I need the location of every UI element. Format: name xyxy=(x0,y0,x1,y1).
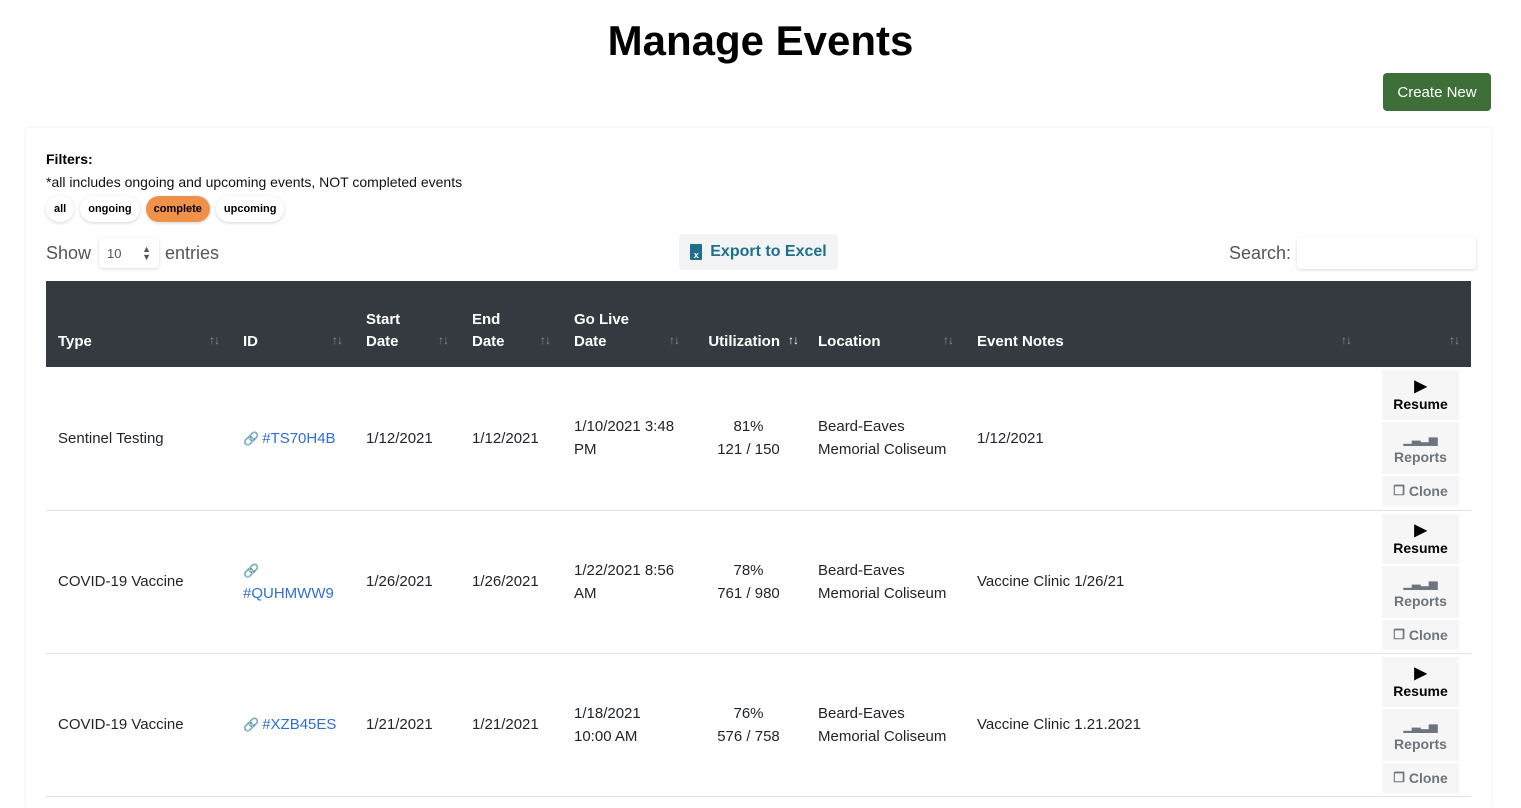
cell-actions: ▶ Resume ▁▃▂▅ Reports ❐ Clone xyxy=(1363,367,1471,511)
sort-icon: ↑↓ xyxy=(332,333,343,347)
clone-button[interactable]: ❐ Clone xyxy=(1382,619,1459,650)
link-icon: 🔗 xyxy=(243,562,260,578)
cell-go-live-date: 1/10/2021 3:48 PM xyxy=(562,367,691,511)
show-label: Show xyxy=(46,242,92,263)
filter-all-button[interactable]: all xyxy=(46,196,75,222)
cell-id: 🔗 #TS70H4B xyxy=(231,367,354,511)
resume-button[interactable]: ▶ Resume xyxy=(1382,513,1459,564)
link-icon: 🔗 xyxy=(243,430,260,446)
cell-type: COVID-19 Vaccine xyxy=(46,510,231,654)
table-row: COVID-19 Vaccine 🔗 #QUHMWW9 1/26/2021 1/2… xyxy=(46,510,1471,654)
resume-button[interactable]: ▶ Resume xyxy=(1382,370,1459,421)
cell-actions: ▶ Resume ▁▃▂▅ Reports ❐ Clone xyxy=(1363,653,1471,797)
sort-icon: ↑↓ xyxy=(438,333,449,347)
sort-icon: ↑↓ xyxy=(209,333,220,347)
col-header-start-date[interactable]: Start Date ↑↓ xyxy=(354,281,460,367)
cell-end-date: 1/26/2021 xyxy=(460,510,562,654)
table-header-row: Type ↑↓ ID ↑↓ Start Date ↑↓ End Date ↑↓ Go L… xyxy=(46,281,1471,367)
reports-button[interactable]: ▁▃▂▅ Reports xyxy=(1382,708,1459,761)
cell-location: Beard-Eaves Memorial Coliseum xyxy=(806,510,965,654)
play-icon: ▶ xyxy=(1414,664,1427,682)
col-header-id[interactable]: ID ↑↓ xyxy=(231,281,354,367)
play-icon: ▶ xyxy=(1414,378,1427,396)
bar-chart-icon: ▁▃▂▅ xyxy=(1403,434,1438,447)
col-header-type[interactable]: Type ↑↓ xyxy=(46,281,231,367)
sort-icon: ↑↓ xyxy=(1341,333,1352,347)
cell-start-date: 1/21/2021 xyxy=(354,653,460,797)
cell-utilization: 81% 121 / 150 xyxy=(691,367,806,511)
cell-type: Sentinel Testing xyxy=(46,367,231,511)
col-header-go-live-date[interactable]: Go Live Date ↑↓ xyxy=(562,281,691,367)
cell-id: 🔗 #XZB45ES xyxy=(231,653,354,797)
cell-start-date: 1/12/2021 xyxy=(354,367,460,511)
clone-button[interactable]: ❐ Clone xyxy=(1382,476,1459,507)
clone-button[interactable]: ❐ Clone xyxy=(1382,762,1459,793)
col-header-actions[interactable]: ↑↓ xyxy=(1363,281,1471,367)
bar-chart-icon: ▁▃▂▅ xyxy=(1403,577,1438,590)
link-icon: 🔗 xyxy=(243,717,260,732)
col-header-end-date[interactable]: End Date ↑↓ xyxy=(460,281,562,367)
create-new-button[interactable]: Create New xyxy=(1383,73,1491,111)
filter-ongoing-button[interactable]: ongoing xyxy=(80,196,140,222)
entries-select-value: 10 xyxy=(107,245,122,261)
filters-note: *all includes ongoing and upcoming event… xyxy=(46,174,463,190)
table-row: Sentinel Testing 🔗 #TS70H4B 1/12/2021 1/1… xyxy=(46,367,1471,511)
cell-actions: ▶ Resume ▁▃▂▅ Reports ❐ Clone xyxy=(1363,510,1471,654)
sort-icon: ↑↓ xyxy=(943,333,954,347)
excel-file-icon: x xyxy=(690,244,703,260)
event-id-link[interactable]: 🔗 #QUHMWW9 xyxy=(243,562,334,602)
events-table: Type ↑↓ ID ↑↓ Start Date ↑↓ End Date ↑↓ Go L… xyxy=(46,281,1471,797)
cell-utilization: 76% 576 / 758 xyxy=(691,653,806,797)
entries-label: entries xyxy=(165,242,220,263)
copy-icon: ❐ xyxy=(1393,769,1405,785)
table-row: COVID-19 Vaccine 🔗 #XZB45ES 1/21/2021 1/2… xyxy=(46,653,1471,797)
filter-upcoming-button[interactable]: upcoming xyxy=(215,196,285,222)
cell-notes: Vaccine Clinic 1/26/21 xyxy=(965,510,1363,654)
event-id-link[interactable]: 🔗 #TS70H4B xyxy=(243,430,336,447)
search-input[interactable] xyxy=(1297,237,1477,269)
cell-utilization: 78% 761 / 980 xyxy=(691,510,806,654)
col-header-utilization[interactable]: Utilization ↑↓ xyxy=(691,281,806,367)
filter-complete-button[interactable]: complete xyxy=(145,196,210,222)
col-header-event-notes[interactable]: Event Notes ↑↓ xyxy=(965,281,1363,367)
search-control: Search: xyxy=(1229,237,1477,269)
cell-start-date: 1/26/2021 xyxy=(354,510,460,654)
cell-location: Beard-Eaves Memorial Coliseum xyxy=(806,367,965,511)
sort-icon: ↑↓ xyxy=(540,333,551,347)
reports-button[interactable]: ▁▃▂▅ Reports xyxy=(1382,565,1459,618)
play-icon: ▶ xyxy=(1414,521,1427,539)
cell-notes: Vaccine Clinic 1.21.2021 xyxy=(965,653,1363,797)
cell-go-live-date: 1/18/2021 10:00 AM xyxy=(562,653,691,797)
cell-end-date: 1/12/2021 xyxy=(460,367,562,511)
cell-id: 🔗 #QUHMWW9 xyxy=(231,510,354,654)
export-excel-button[interactable]: x Export to Excel xyxy=(679,234,838,270)
copy-icon: ❐ xyxy=(1393,483,1405,499)
filters-label: Filters: xyxy=(46,151,93,167)
page-title: Manage Events xyxy=(607,17,914,64)
cell-type: COVID-19 Vaccine xyxy=(46,653,231,797)
bar-chart-icon: ▁▃▂▅ xyxy=(1403,720,1438,733)
event-id-link[interactable]: 🔗 #XZB45ES xyxy=(243,716,336,733)
entries-length-control: Show 10 ▲ ▼ entries xyxy=(46,238,219,268)
col-header-location[interactable]: Location ↑↓ xyxy=(806,281,965,367)
select-arrows-icon: ▲ ▼ xyxy=(142,244,152,262)
filter-pills: all ongoing complete upcoming xyxy=(46,196,285,222)
export-label: Export to Excel xyxy=(710,243,827,260)
cell-notes: 1/12/2021 xyxy=(965,367,1363,511)
cell-go-live-date: 1/22/2021 8:56 AM xyxy=(562,510,691,654)
search-label: Search: xyxy=(1229,242,1292,263)
sort-asc-icon: ↑↓ xyxy=(788,333,799,347)
resume-button[interactable]: ▶ Resume xyxy=(1382,656,1459,707)
entries-select[interactable]: 10 ▲ ▼ xyxy=(99,238,160,268)
reports-button[interactable]: ▁▃▂▅ Reports xyxy=(1382,422,1459,475)
cell-end-date: 1/21/2021 xyxy=(460,653,562,797)
copy-icon: ❐ xyxy=(1393,626,1405,642)
cell-location: Beard-Eaves Memorial Coliseum xyxy=(806,653,965,797)
sort-icon: ↑↓ xyxy=(669,333,680,347)
sort-icon: ↑↓ xyxy=(1449,333,1460,347)
